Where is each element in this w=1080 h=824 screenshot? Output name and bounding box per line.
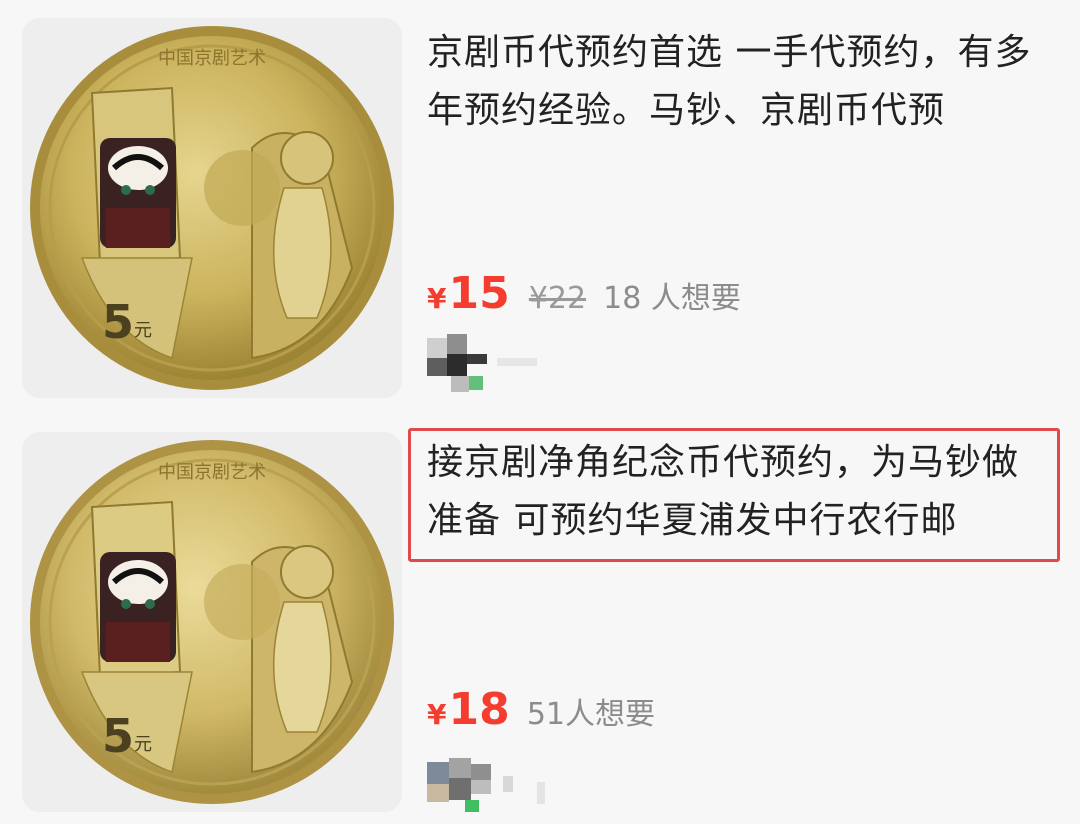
price-row: ¥18 51人想要 (427, 684, 655, 736)
seller-avatar[interactable] (427, 756, 567, 816)
coin-image[interactable]: 中国京剧艺术 5 元 (22, 432, 402, 812)
listing-title[interactable]: 京剧币代预约首选 一手代预约，有多年预约经验。马钞、京剧币代预 (427, 24, 1047, 140)
original-price: ¥22 (528, 281, 587, 316)
coin-unit: 元 (134, 320, 152, 341)
want-count: 51人想要 (526, 697, 655, 732)
coin-illustration: 中国京剧艺术 5 元 (30, 26, 394, 390)
price-row: ¥15 ¥22 18 人想要 (427, 268, 741, 320)
currency-symbol: ¥ (427, 282, 447, 315)
coin-top-text: 中国京剧艺术 (158, 48, 266, 69)
want-count: 18 人想要 (603, 281, 741, 316)
seller-avatar[interactable] (427, 334, 567, 394)
coin-denomination: 5 (102, 709, 134, 763)
coin-unit: 元 (134, 734, 152, 755)
coin-denomination: 5 (102, 295, 134, 349)
listing-card[interactable]: 中国京剧艺术 5 元 京剧币代预约首选 一手代预约，有多年预约经验。马钞、京剧币… (0, 0, 1080, 410)
listing-title[interactable]: 接京剧净角纪念币代预约，为马钞做准备 可预约华夏浦发中行农行邮 (427, 434, 1047, 550)
coin-top-text: 中国京剧艺术 (158, 462, 266, 483)
price: 18 (448, 684, 510, 735)
coin-illustration: 中国京剧艺术 5 元 (30, 440, 394, 804)
price: 15 (448, 268, 510, 319)
coin-image[interactable]: 中国京剧艺术 5 元 (22, 18, 402, 398)
currency-symbol: ¥ (427, 698, 447, 731)
listing-card[interactable]: 中国京剧艺术 5 元 接京剧净角纪念币代预约，为马钞做准备 可预约华夏浦发中行农… (0, 414, 1080, 824)
